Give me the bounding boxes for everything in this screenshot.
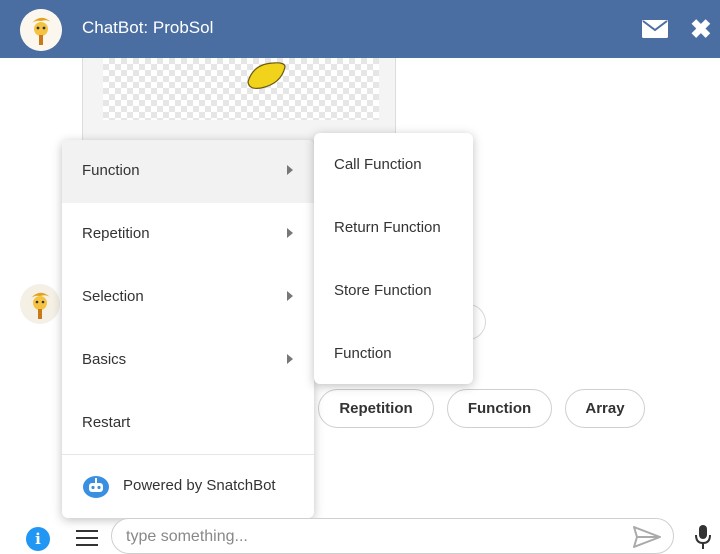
bot-avatar-icon xyxy=(20,284,60,324)
submenu-item-store-function[interactable]: Store Function xyxy=(314,259,473,322)
menu-item-label: Repetition xyxy=(82,225,150,242)
hamburger-icon[interactable] xyxy=(76,530,98,546)
info-icon[interactable]: i xyxy=(26,527,50,551)
submenu-item-label: Function xyxy=(334,345,392,362)
menu-item-function[interactable]: Function xyxy=(62,140,314,203)
submenu-item-label: Call Function xyxy=(334,156,422,173)
menu-item-label: Function xyxy=(82,162,140,179)
function-submenu: Call Function Return Function Store Func… xyxy=(314,133,473,384)
quick-reply-function[interactable]: Function xyxy=(447,389,552,428)
chat-title: ChatBot: ProbSol xyxy=(82,18,214,37)
menu-item-label: Basics xyxy=(82,351,127,368)
envelope-icon[interactable] xyxy=(642,20,668,38)
snatchbot-logo-icon xyxy=(83,476,109,498)
menu-item-restart[interactable]: Restart xyxy=(62,392,314,455)
submenu-item-function[interactable]: Function xyxy=(314,322,473,385)
menu-item-repetition[interactable]: Repetition xyxy=(62,203,314,266)
submenu-item-call-function[interactable]: Call Function xyxy=(314,133,473,196)
submenu-item-label: Return Function xyxy=(334,219,441,236)
quick-reply-array[interactable]: Array xyxy=(565,389,645,428)
submenu-item-return-function[interactable]: Return Function xyxy=(314,196,473,259)
close-icon[interactable]: ✖ xyxy=(690,14,720,44)
submenu-item-label: Store Function xyxy=(334,282,432,299)
submenu-arrow-icon xyxy=(287,228,293,238)
chat-header: ChatBot: ProbSol ✖ xyxy=(0,0,720,58)
message-input[interactable] xyxy=(126,526,626,548)
powered-by-footer[interactable]: Powered by SnatchBot xyxy=(62,454,314,518)
menu-item-selection[interactable]: Selection xyxy=(62,266,314,329)
image-preview xyxy=(103,58,379,120)
bot-avatar-icon xyxy=(20,9,62,51)
submenu-arrow-icon xyxy=(287,291,293,301)
powered-by-text: Powered by SnatchBot xyxy=(123,477,276,494)
menu-item-label: Restart xyxy=(82,414,131,431)
menu-item-label: Selection xyxy=(82,288,144,305)
main-menu: Function Repetition Selection Basics Res… xyxy=(62,140,314,518)
menu-item-basics[interactable]: Basics xyxy=(62,329,314,392)
submenu-arrow-icon xyxy=(287,165,293,175)
message-input-container xyxy=(111,518,674,554)
microphone-icon[interactable] xyxy=(694,524,712,550)
lemon-image xyxy=(247,62,286,89)
quick-reply-repetition[interactable]: Repetition xyxy=(318,389,434,428)
submenu-arrow-icon xyxy=(287,354,293,364)
send-icon[interactable] xyxy=(633,525,661,549)
